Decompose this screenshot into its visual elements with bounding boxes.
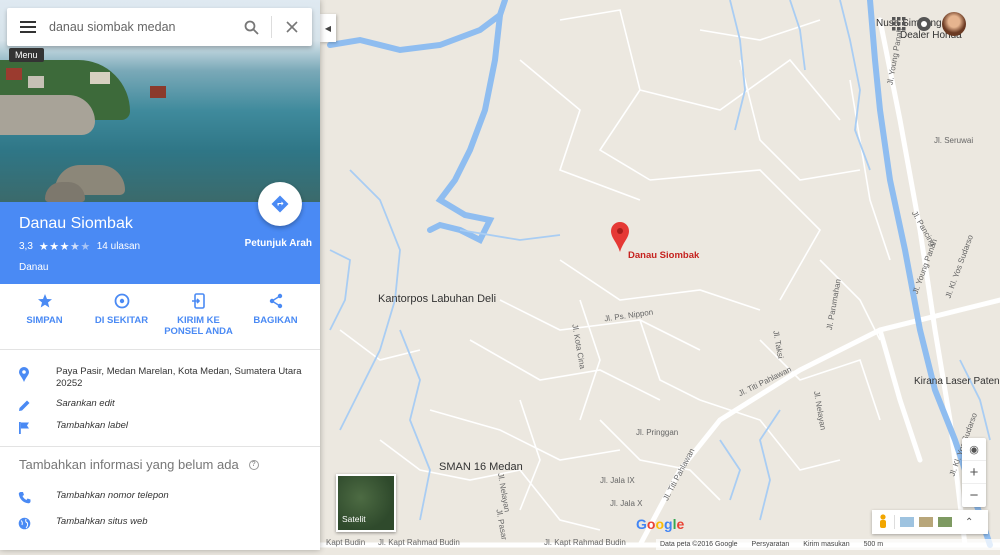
add-label-row[interactable]: Tambahkan label xyxy=(0,418,320,440)
search-icon xyxy=(244,20,259,35)
place-title: Danau Siombak xyxy=(19,215,133,232)
collapse-panel-button[interactable]: ◀ xyxy=(320,14,336,42)
map-footer: Data peta ©2016 Google Persyaratan Kirim… xyxy=(656,539,1000,550)
place-type: Danau xyxy=(19,262,49,273)
send-to-phone-icon xyxy=(191,293,205,309)
street-budin: Jl. Kapt Rahmad Budin xyxy=(378,538,460,547)
flag-icon xyxy=(19,422,29,434)
share-label: BAGIKAN xyxy=(253,315,298,326)
zoom-out-button[interactable]: − xyxy=(962,484,986,507)
phone-icon xyxy=(18,492,31,504)
zoom-controls: ◉ + − xyxy=(962,438,986,507)
zoom-in-button[interactable]: + xyxy=(962,461,986,484)
layer-thumb-traffic[interactable] xyxy=(900,517,914,527)
notifications-icon[interactable] xyxy=(916,16,932,32)
search-box xyxy=(7,8,312,46)
missing-info-section: Tambahkan informasi yang belum ada ? xyxy=(0,447,320,484)
missing-info-title: Tambahkan informasi yang belum ada xyxy=(19,457,239,472)
poi-kirana[interactable]: Kirana Laser Paten xyxy=(914,376,1000,387)
review-count-link[interactable]: 14 ulasan xyxy=(97,241,140,252)
suggest-edit-text: Sarankan edit xyxy=(56,398,115,409)
clear-search-button[interactable] xyxy=(272,8,312,46)
crosshair-icon: ◉ xyxy=(969,443,979,456)
photo-house xyxy=(28,76,44,88)
street-jala9: Jl. Jala IX xyxy=(600,476,635,485)
directions-label[interactable]: Petunjuk Arah xyxy=(245,238,312,249)
layer-thumb-terrain[interactable] xyxy=(919,517,933,527)
send-to-phone-label: KIRIM KE PONSEL ANDA xyxy=(164,315,233,337)
directions-button[interactable] xyxy=(258,182,302,226)
help-icon[interactable]: ? xyxy=(248,459,259,470)
photo-house xyxy=(150,86,166,98)
map-data-credit: Data peta ©2016 Google xyxy=(660,541,738,548)
close-icon xyxy=(286,21,298,33)
google-logo: Google xyxy=(636,516,685,532)
account-area xyxy=(892,12,966,36)
hamburger-icon xyxy=(20,21,36,33)
poi-sman[interactable]: SMAN 16 Medan xyxy=(439,461,523,473)
save-label: SIMPAN xyxy=(26,315,63,326)
send-to-phone-button[interactable]: KIRIM KE PONSEL ANDA xyxy=(162,293,236,340)
photo-rock xyxy=(45,182,85,202)
apps-grid-icon[interactable] xyxy=(892,17,906,31)
search-button[interactable] xyxy=(231,8,271,46)
rating-stars: ★★★★★ xyxy=(38,241,91,253)
nearby-label: DI SEKITAR xyxy=(94,315,149,326)
add-phone-row[interactable]: Tambahkan nomor telepon xyxy=(0,484,320,514)
globe-icon xyxy=(18,517,31,530)
add-label-text: Tambahkan label xyxy=(56,420,129,431)
avatar[interactable] xyxy=(942,12,966,36)
feedback-link[interactable]: Kirim masukan xyxy=(803,541,849,548)
divider xyxy=(894,515,895,529)
place-header: Danau Siombak 3,3 ★★★★★ 14 ulasan Danau … xyxy=(0,182,320,284)
address-row[interactable]: Paya Pasir, Medan Marelan, Kota Medan, S… xyxy=(0,364,320,396)
directions-icon xyxy=(271,195,289,213)
save-button[interactable]: SIMPAN xyxy=(8,293,82,340)
terms-link[interactable]: Persyaratan xyxy=(752,541,790,548)
my-location-button[interactable]: ◉ xyxy=(962,438,986,461)
suggest-edit-row[interactable]: Sarankan edit xyxy=(0,396,320,418)
photo-house xyxy=(90,72,110,84)
add-website-text: Tambahkan situs web xyxy=(56,516,148,527)
rating-value: 3,3 xyxy=(19,241,33,252)
star-icon xyxy=(37,294,52,308)
add-phone-text: Tambahkan nomor telepon xyxy=(56,490,169,501)
menu-button[interactable] xyxy=(7,8,49,46)
photo-house xyxy=(6,68,22,80)
street-budin3: Kapt Budin xyxy=(326,538,366,547)
street-jala10: Jl. Jala X xyxy=(610,499,643,508)
pencil-icon xyxy=(19,400,30,411)
search-input[interactable] xyxy=(49,20,231,34)
place-photo[interactable]: Menu xyxy=(0,0,320,202)
minus-icon: − xyxy=(969,487,979,504)
pegman-icon[interactable] xyxy=(877,514,889,530)
map-layers-bar: ⌃ xyxy=(872,510,988,534)
street-seruwai: Jl. Seruwai xyxy=(934,136,974,145)
satellite-toggle[interactable]: Satelit xyxy=(336,474,396,532)
place-panel: Menu Danau Siombak 3,3 ★★★★★ 14 ulasan D… xyxy=(0,0,320,550)
satellite-label: Satelit xyxy=(342,514,366,524)
street-pringgan: Jl. Pringgan xyxy=(636,428,679,437)
street-budin2: Jl. Kapt Rahmad Budin xyxy=(544,538,626,547)
pin-label[interactable]: Danau Siombak xyxy=(628,250,699,261)
chevron-left-icon: ◀ xyxy=(324,23,332,33)
poi-kantorpos[interactable]: Kantorpos Labuhan Deli xyxy=(378,293,496,305)
action-bar: SIMPAN DI SEKITAR KIRIM KE PONSEL ANDA B… xyxy=(0,284,320,350)
menu-tooltip: Menu xyxy=(9,48,44,62)
share-button[interactable]: BAGIKAN xyxy=(239,293,313,340)
address-text: Paya Pasir, Medan Marelan, Kota Medan, S… xyxy=(56,366,302,389)
nearby-icon xyxy=(114,293,129,309)
share-icon xyxy=(269,293,282,309)
add-website-row[interactable]: Tambahkan situs web xyxy=(0,514,320,536)
layer-thumb-earth[interactable] xyxy=(938,517,952,527)
plus-icon: + xyxy=(969,463,979,481)
expand-up-icon[interactable]: ⌃ xyxy=(965,517,973,528)
photo-shore xyxy=(0,95,95,135)
nearby-button[interactable]: DI SEKITAR xyxy=(85,293,159,340)
location-pin-icon xyxy=(19,367,29,382)
place-info: Paya Pasir, Medan Marelan, Kota Medan, S… xyxy=(0,350,320,447)
scale-label[interactable]: 500 m xyxy=(864,541,883,548)
